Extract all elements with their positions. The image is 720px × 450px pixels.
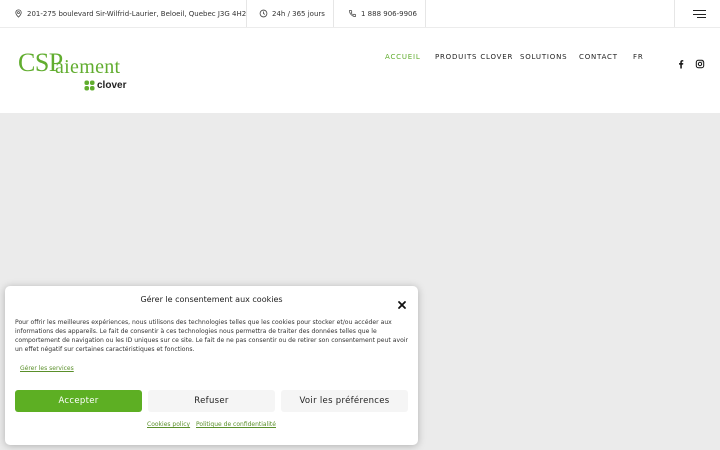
divider	[246, 0, 247, 27]
facebook-icon[interactable]	[676, 54, 686, 69]
hours-item: 24h / 365 jours	[259, 0, 325, 27]
divider	[425, 0, 426, 27]
clock-icon	[259, 9, 268, 18]
phone-icon	[348, 9, 357, 18]
nav-item-accueil[interactable]: ACCUEIL	[385, 53, 421, 61]
refuse-button[interactable]: Refuser	[148, 390, 275, 412]
view-preferences-button[interactable]: Voir les préférences	[281, 390, 408, 412]
nav-item-produits-clover[interactable]: PRODUITS CLOVER	[435, 53, 513, 61]
cookies-policy-link[interactable]: Cookies policy	[147, 421, 190, 428]
cookie-consent-dialog: Gérer le consentement aux cookies Pour o…	[5, 286, 418, 445]
hours-text: 24h / 365 jours	[272, 9, 325, 18]
address-text: 201-275 boulevard Sir-Wilfrid-Laurier, B…	[27, 9, 247, 18]
divider	[333, 0, 334, 27]
language-switcher[interactable]: FR	[633, 53, 644, 61]
cookie-dialog-title: Gérer le consentement aux cookies	[140, 295, 283, 304]
site-header: CSP aiement clover ACCUEIL PRODUITS CLOV…	[0, 28, 720, 113]
top-info-bar: 201-275 boulevard Sir-Wilfrid-Laurier, B…	[0, 0, 720, 28]
cookie-dialog-body: Pour offrir les meilleures expériences, …	[15, 319, 409, 353]
privacy-policy-link[interactable]: Politique de confidentialité	[196, 421, 276, 428]
instagram-icon[interactable]	[695, 54, 705, 69]
phone-item[interactable]: 1 888 906-9906	[348, 0, 417, 27]
cspaiement-logo[interactable]: CSP aiement clover	[18, 48, 138, 92]
phone-text: 1 888 906-9906	[361, 9, 417, 18]
manage-services-link[interactable]: Gérer les services	[20, 365, 74, 372]
nav-item-contact[interactable]: CONTACT	[579, 53, 618, 61]
policy-links: Cookies policy Politique de confidential…	[5, 421, 418, 428]
divider	[674, 0, 675, 27]
close-icon[interactable]	[397, 295, 407, 309]
nav-item-solutions[interactable]: SOLUTIONS	[520, 53, 567, 61]
address-item: 201-275 boulevard Sir-Wilfrid-Laurier, B…	[14, 0, 246, 27]
clover-text: clover	[97, 80, 127, 91]
clover-brand: clover	[84, 76, 126, 95]
accept-button[interactable]: Accepter	[15, 390, 142, 412]
clover-icon	[84, 76, 95, 95]
location-pin-icon	[14, 9, 23, 18]
hamburger-menu-icon[interactable]	[686, 7, 712, 21]
